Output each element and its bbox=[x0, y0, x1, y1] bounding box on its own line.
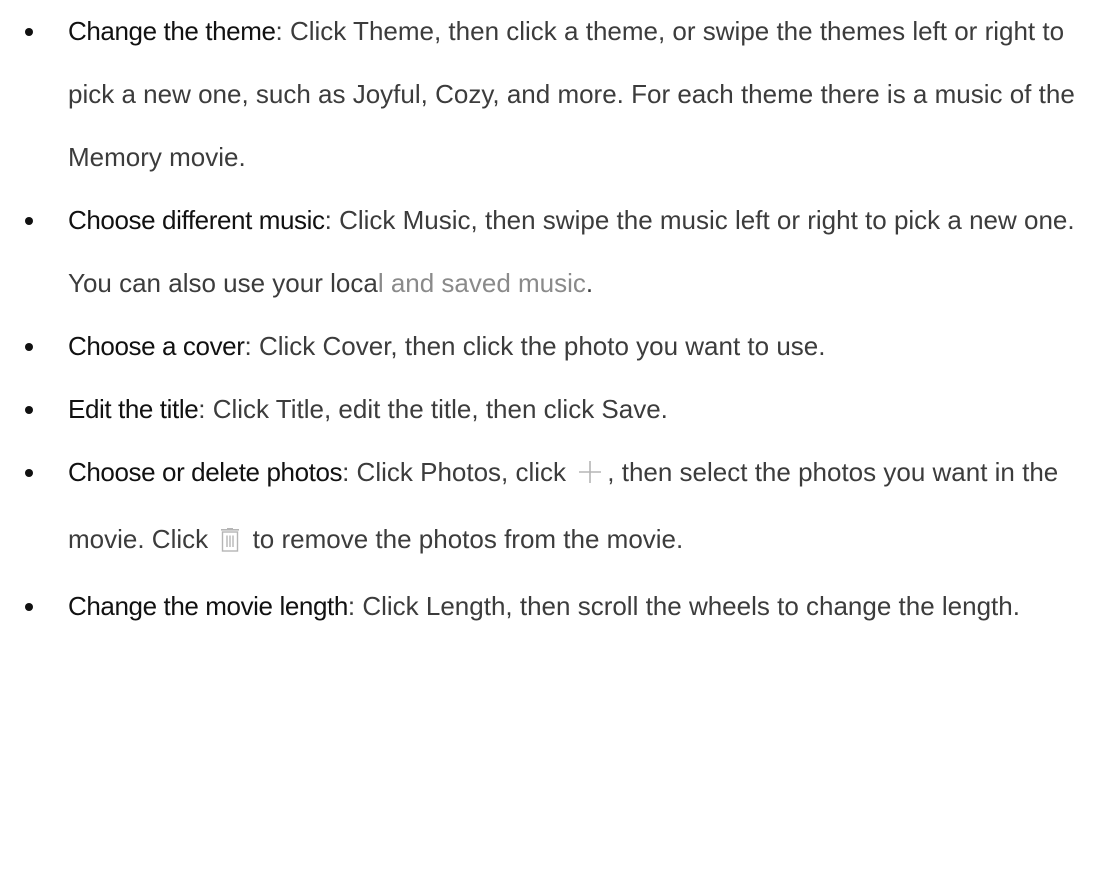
bullet-icon bbox=[25, 406, 33, 414]
list-item: Edit the title: Click Title, edit the ti… bbox=[0, 378, 1115, 441]
bullet-icon bbox=[25, 469, 33, 477]
item-term: Choose or delete photos bbox=[68, 457, 343, 487]
item-text: to remove the photos from the movie. bbox=[245, 524, 684, 554]
item-term: Choose different music bbox=[68, 205, 325, 235]
bullet-icon bbox=[25, 217, 33, 225]
trash-icon bbox=[219, 512, 241, 575]
item-text-muted: l and saved music bbox=[377, 268, 586, 298]
item-term: Choose a cover bbox=[68, 331, 245, 361]
item-term: Change the movie length bbox=[68, 591, 348, 621]
list-item: Choose different music: Click Music, the… bbox=[0, 189, 1115, 315]
list-item: Choose or delete photos: Click Photos, c… bbox=[0, 441, 1115, 575]
list-item: Change the theme: Click Theme, then clic… bbox=[0, 0, 1115, 189]
plus-icon bbox=[577, 445, 603, 508]
bullet-icon bbox=[25, 343, 33, 351]
item-text: : Click Photos, click bbox=[342, 457, 574, 487]
list-item: Choose a cover: Click Cover, then click … bbox=[0, 315, 1115, 378]
item-term: Change the theme bbox=[68, 16, 276, 46]
item-term: Edit the title bbox=[68, 394, 199, 424]
item-text-end: . bbox=[585, 268, 594, 298]
bullet-icon bbox=[25, 28, 33, 36]
instruction-list: Change the theme: Click Theme, then clic… bbox=[0, 0, 1115, 638]
item-text: : Click Cover, then click the photo you … bbox=[244, 331, 826, 361]
item-text: : Click Title, edit the title, then clic… bbox=[198, 394, 668, 424]
bullet-icon bbox=[25, 603, 33, 611]
item-text: : Click Length, then scroll the wheels t… bbox=[347, 591, 1020, 621]
list-item: Change the movie length: Click Length, t… bbox=[0, 575, 1115, 638]
